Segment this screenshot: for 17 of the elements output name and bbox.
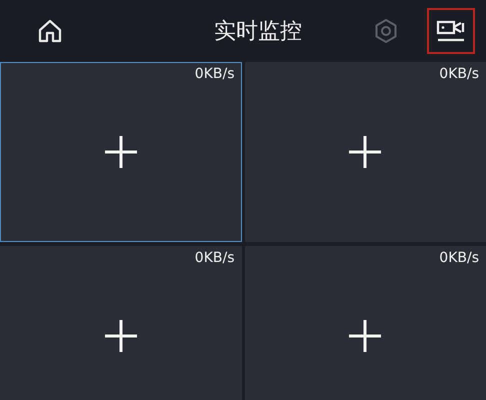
video-tile[interactable]: 0KB/s: [0, 62, 242, 242]
add-icon: [104, 135, 138, 169]
settings-icon: [373, 18, 399, 44]
add-icon: [348, 319, 382, 353]
video-tile[interactable]: 0KB/s: [244, 246, 486, 400]
add-icon: [104, 319, 138, 353]
data-rate: 0KB/s: [194, 66, 234, 82]
video-tile[interactable]: 0KB/s: [244, 62, 486, 242]
camera-icon: [436, 19, 466, 43]
video-tile[interactable]: 0KB/s: [0, 246, 242, 400]
add-icon: [348, 135, 382, 169]
home-icon: [37, 18, 63, 44]
data-rate: 0KB/s: [439, 66, 479, 82]
data-rate: 0KB/s: [439, 250, 479, 266]
data-rate: 0KB/s: [194, 250, 234, 266]
camera-button[interactable]: [427, 8, 475, 54]
page-title: 实时监控: [213, 18, 302, 46]
